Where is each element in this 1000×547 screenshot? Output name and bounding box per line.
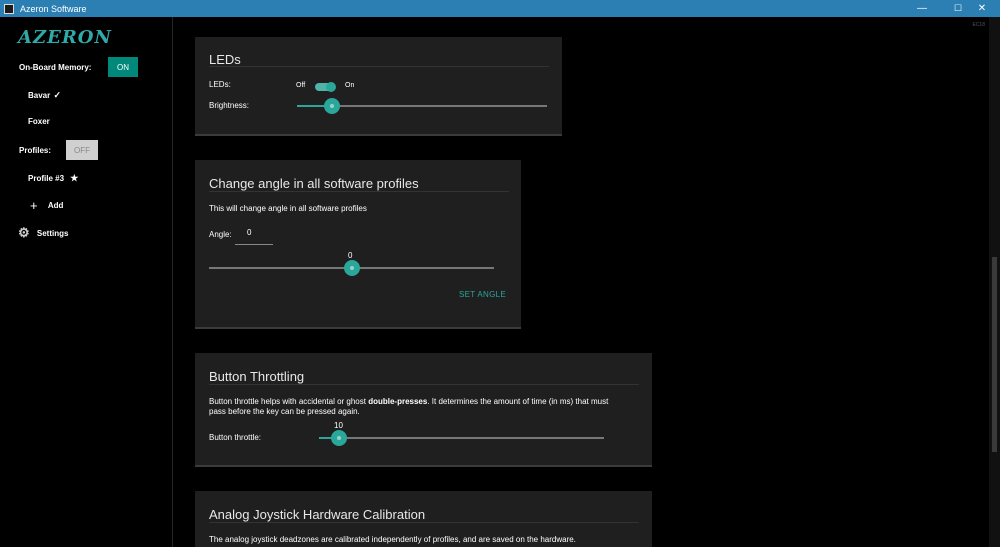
azeron-logo: AZERON [18,27,112,48]
add-label: Add [47,201,64,210]
settings-label: Settings [36,228,69,238]
add-profile-button[interactable]: + Add [30,198,63,213]
card-title: LEDs [209,52,241,67]
angle-input-underline [235,244,273,245]
settings-button[interactable]: ⚙ Settings [18,225,68,241]
angle-description: This will change angle in all software p… [209,204,367,213]
switch-on-label: On [345,82,355,89]
description-bold: double-presses [368,397,428,406]
angle-card: Change angle in all software profiles Th… [195,160,521,329]
sidebar-item-label: Foxer [28,117,50,126]
scrollbar-thumb[interactable] [992,257,997,452]
gear-icon: ⚙ [18,225,30,240]
sidebar-item-label: Profile #3 [28,174,65,183]
checkmark-icon: ✓ [53,90,62,100]
description-text: pass before the key can be pressed again… [209,407,360,416]
throttle-label: Button throttle: [209,433,262,442]
divider [209,191,509,192]
calibration-description: The analog joystick deadzones are calibr… [209,535,576,544]
throttle-card: Button Throttling Button throttle helps … [195,353,652,467]
description-text: Button throttle helps with accidental or… [209,397,369,406]
minimize-button[interactable]: — [904,0,940,17]
brightness-slider-thumb[interactable] [324,98,340,114]
switch-off-label: Off [296,82,306,89]
profiles-label: Profiles: [19,146,52,155]
card-title: Change angle in all software profiles [209,176,419,191]
onboard-memory-toggle[interactable]: ON [108,57,138,77]
card-title: Button Throttling [209,369,305,384]
leds-card: LEDs LEDs: Off On Brightness: [195,37,562,136]
switch-knob [326,82,336,92]
sidebar: AZERON On-Board Memory: ON Bavar ✓ Foxer… [0,17,173,547]
sidebar-item-foxer[interactable]: Foxer [28,117,50,126]
divider [209,66,549,67]
throttle-slider-track[interactable] [319,437,604,439]
sidebar-item-profile-3[interactable]: Profile #3 ★ [28,173,78,184]
set-angle-button[interactable]: SET ANGLE [459,290,506,299]
angle-input[interactable]: 0 [235,228,273,238]
title-bar: Azeron Software — ☐ ✕ [0,0,1000,17]
divider [209,384,639,385]
sidebar-item-label: Bavar [28,91,51,100]
profiles-toggle[interactable]: OFF [66,140,98,160]
throttle-slider-thumb[interactable] [330,430,347,446]
version-label: EC18 [972,22,985,28]
angle-label: Angle: [209,230,232,239]
scrollbar[interactable] [989,17,1000,547]
description-text: . It determines the amount of time (in m… [427,397,609,406]
card-title: Analog Joystick Hardware Calibration [209,507,426,522]
angle-slider-thumb[interactable] [343,260,360,276]
plus-icon: + [30,198,38,213]
calibration-card: Analog Joystick Hardware Calibration The… [195,491,652,547]
window-title: Azeron Software [20,3,87,14]
throttle-description: Button throttle helps with accidental or… [209,397,644,417]
sidebar-item-bavar[interactable]: Bavar ✓ [28,90,61,101]
leds-label: LEDs: [209,80,231,89]
app-icon [4,3,14,14]
onboard-memory-label: On-Board Memory: [19,63,92,72]
brightness-label: Brightness: [209,101,250,110]
star-icon: ★ [70,173,79,183]
divider [209,522,639,523]
close-button[interactable]: ✕ [964,0,1000,17]
